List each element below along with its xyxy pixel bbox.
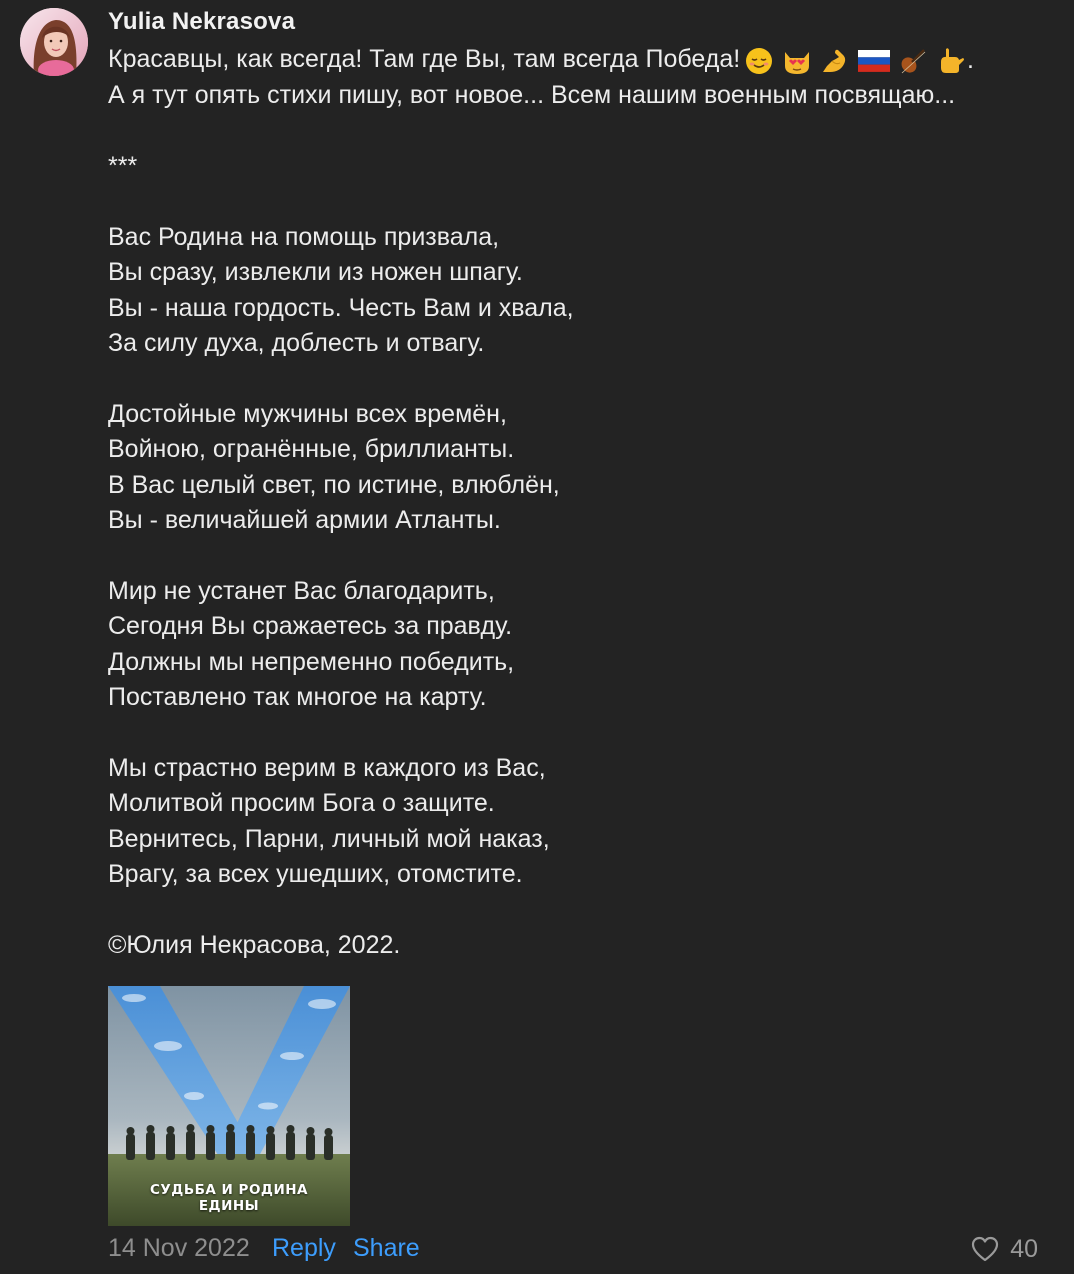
comment-date: 14 Nov 2022 <box>108 1234 250 1262</box>
flexed-biceps-icon <box>823 49 846 73</box>
comment-line: А я тут опять стихи пишу, вот новое... В… <box>108 81 956 110</box>
comment-line: Молитвой просим Бога о защите. <box>108 789 495 818</box>
comment-line: Поставлено так многое на карту. <box>108 682 487 711</box>
comment-line <box>108 715 1058 750</box>
comment-line-text: Красавцы, как всегда! Там где Вы, там вс… <box>108 45 741 73</box>
comment-line: Вы - величайшей армии Атланты. <box>108 505 501 534</box>
emoji-suffix: . <box>966 45 974 74</box>
comment-line <box>108 361 1058 396</box>
comment-line: Мир не устанет Вас благодарить, <box>108 576 495 605</box>
comment-line: Должны мы непременно победить, <box>108 647 515 676</box>
attachment-caption: СУДЬБА И РОДИНА <box>149 1182 308 1198</box>
comment-line: Войною, огранённые, бриллианты. <box>108 435 515 464</box>
relieved-face-icon <box>746 48 773 75</box>
comment-line: Достойные мужчины всех времён, <box>108 399 507 428</box>
comment: Yulia Nekrasova Красавцы, как всегда! Та… <box>0 0 1074 1274</box>
comment-line <box>108 114 1058 149</box>
like-button[interactable]: 40 <box>970 1232 1038 1266</box>
comment-line: ©Юлия Некрасова, 2022. <box>108 930 401 959</box>
comment-line: Сегодня Вы сражаетесь за правду. <box>108 612 513 641</box>
comment-line: Вас Родина на помощь призвала, <box>108 222 500 251</box>
comment-line: Мы страстно верим в каждого из Вас, <box>108 753 546 782</box>
comment-line <box>108 538 1058 573</box>
comment-line: Вы - наша гордость. Честь Вам и хвала, <box>108 293 574 322</box>
avatar[interactable] <box>20 8 88 76</box>
reply-button[interactable]: Reply <box>272 1234 336 1263</box>
comment-line <box>108 184 1058 219</box>
russia-flag-icon <box>858 50 891 72</box>
attachment-image[interactable]: СУДЬБА И РОДИНА ЕДИНЫ <box>108 986 350 1226</box>
emoji-row: . <box>744 43 974 78</box>
like-count: 40 <box>1010 1234 1038 1263</box>
comment-line: За силу духа, доблесть и отвагу. <box>108 328 485 357</box>
comment-line: Врагу, за всех ушедших, отомстите. <box>108 859 523 888</box>
author-name[interactable]: Yulia Nekrasova <box>108 8 295 36</box>
comment-line: *** <box>108 151 138 180</box>
violin-icon <box>901 49 926 74</box>
comment-line: Вернитесь, Парни, личный мой наказ, <box>108 824 550 853</box>
comment-line: Красавцы, как всегда! Там где Вы, там вс… <box>108 42 1058 78</box>
heart-eyes-cat-icon <box>785 52 810 75</box>
comment-line: Вы сразу, извлекли из ножен шпагу. <box>108 258 523 287</box>
attachment-caption: ЕДИНЫ <box>198 1198 260 1214</box>
comment-footer: 14 Nov 2022 Reply Share 40 <box>108 1232 1048 1266</box>
call-me-hand-icon <box>940 48 964 74</box>
share-button[interactable]: Share <box>353 1234 420 1263</box>
comment-body: Красавцы, как всегда! Там где Вы, там вс… <box>108 42 1058 963</box>
heart-outline-icon <box>972 1236 999 1262</box>
comment-line <box>108 892 1058 927</box>
comment-line: В Вас целый свет, по истине, влюблён, <box>108 470 560 499</box>
